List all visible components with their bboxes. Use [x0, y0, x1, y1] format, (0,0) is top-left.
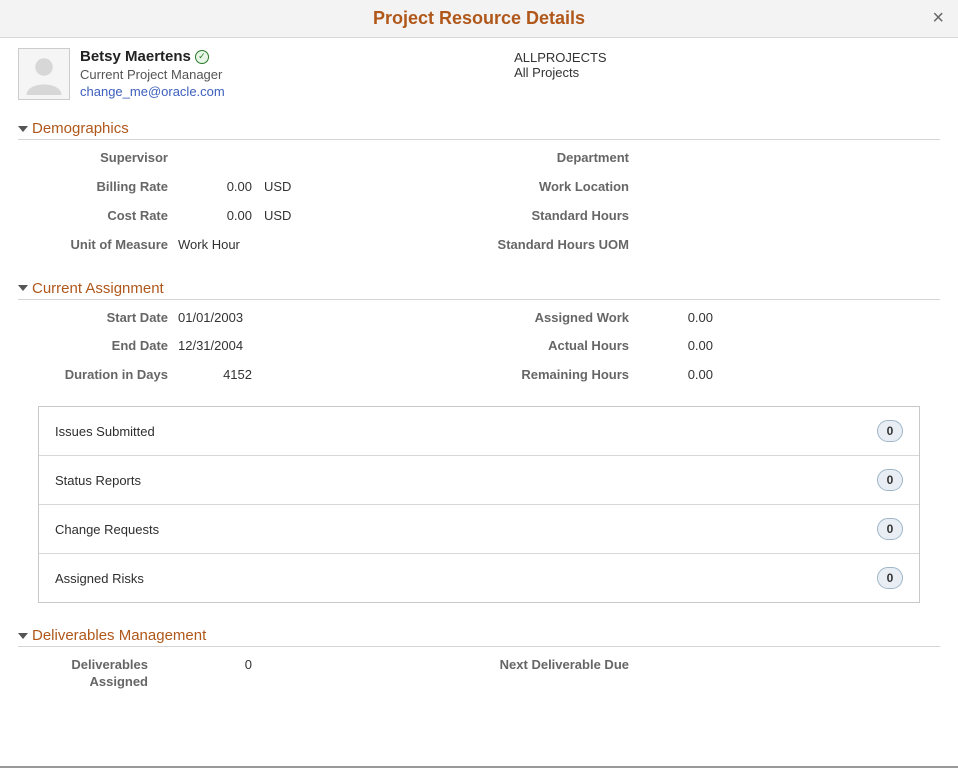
label-start-date: Start Date: [18, 310, 178, 327]
section-rule: [18, 299, 940, 300]
value-duration: 4152: [178, 367, 258, 382]
deliverables-grid: Deliverables Assigned 0 Next Deliverable…: [18, 657, 940, 703]
counter-badge: 0: [877, 469, 903, 491]
suffix-billing-rate: USD: [258, 179, 291, 194]
counter-label: Status Reports: [55, 473, 141, 488]
value-deliverables-assigned: 0: [158, 657, 258, 672]
person-info-left: Betsy Maertens ✓ Current Project Manager…: [80, 48, 504, 100]
counter-row-assigned-risks[interactable]: Assigned Risks 0: [39, 553, 919, 602]
dialog-scroll-area[interactable]: Betsy Maertens ✓ Current Project Manager…: [0, 38, 958, 766]
close-button[interactable]: ×: [932, 8, 944, 28]
suffix-cost-rate: USD: [258, 208, 291, 223]
counter-badge: 0: [877, 420, 903, 442]
availability-status-icon: ✓: [195, 50, 209, 64]
value-uom: Work Hour: [178, 237, 479, 252]
label-standard-hours-uom: Standard Hours UOM: [479, 237, 639, 254]
value-billing-rate: 0.00: [178, 179, 258, 194]
project-resource-details-dialog: Project Resource Details × Betsy Maerten…: [0, 0, 958, 768]
label-end-date: End Date: [18, 338, 178, 355]
person-header: Betsy Maertens ✓ Current Project Manager…: [18, 48, 940, 100]
counter-label: Issues Submitted: [55, 424, 155, 439]
section-header-current-assignment[interactable]: Current Assignment: [18, 280, 940, 297]
label-next-deliverable-due: Next Deliverable Due: [479, 657, 639, 674]
counter-label: Assigned Risks: [55, 571, 144, 586]
label-supervisor: Supervisor: [18, 150, 178, 167]
chevron-down-icon: [18, 633, 28, 639]
value-assigned-work: 0.00: [639, 310, 719, 325]
label-assigned-work: Assigned Work: [479, 310, 639, 327]
label-deliverables-assigned: Deliverables Assigned: [18, 657, 158, 691]
person-name: Betsy Maertens: [80, 48, 191, 65]
section-rule: [18, 646, 940, 647]
section-title: Deliverables Management: [32, 627, 206, 644]
value-remaining-hours: 0.00: [639, 367, 719, 382]
section-rule: [18, 139, 940, 140]
assignment-grid: Start Date 01/01/2003 End Date 12/31/200…: [18, 310, 940, 397]
value-cost-rate: 0.00: [178, 208, 258, 223]
demographics-grid: Supervisor Billing Rate 0.00 USD Cost Ra…: [18, 150, 940, 266]
counter-badge: 0: [877, 518, 903, 540]
value-actual-hours: 0.00: [639, 338, 719, 353]
value-start-date: 01/01/2003: [178, 310, 479, 325]
chevron-down-icon: [18, 126, 28, 132]
counter-row-issues-submitted[interactable]: Issues Submitted 0: [39, 407, 919, 455]
counter-label: Change Requests: [55, 522, 159, 537]
avatar: [18, 48, 70, 100]
counter-badge: 0: [877, 567, 903, 589]
label-department: Department: [479, 150, 639, 167]
label-uom: Unit of Measure: [18, 237, 178, 254]
chevron-down-icon: [18, 285, 28, 291]
value-end-date: 12/31/2004: [178, 338, 479, 353]
project-name: All Projects: [514, 65, 940, 80]
avatar-placeholder-icon: [23, 53, 65, 95]
section-title: Current Assignment: [32, 280, 164, 297]
label-standard-hours: Standard Hours: [479, 208, 639, 225]
overflow-spacer: [18, 703, 940, 766]
dialog-title: Project Resource Details: [373, 8, 585, 28]
person-email-link[interactable]: change_me@oracle.com: [80, 84, 504, 99]
label-duration: Duration in Days: [18, 367, 178, 384]
label-remaining-hours: Remaining Hours: [479, 367, 639, 384]
label-billing-rate: Billing Rate: [18, 179, 178, 196]
person-role: Current Project Manager: [80, 67, 504, 82]
label-cost-rate: Cost Rate: [18, 208, 178, 225]
counter-row-change-requests[interactable]: Change Requests 0: [39, 504, 919, 553]
dialog-header: Project Resource Details ×: [0, 0, 958, 38]
counter-row-status-reports[interactable]: Status Reports 0: [39, 455, 919, 504]
assignment-counters: Issues Submitted 0 Status Reports 0 Chan…: [38, 406, 920, 603]
section-header-demographics[interactable]: Demographics: [18, 120, 940, 137]
section-header-deliverables[interactable]: Deliverables Management: [18, 627, 940, 644]
label-work-location: Work Location: [479, 179, 639, 196]
project-code: ALLPROJECTS: [514, 50, 940, 65]
label-actual-hours: Actual Hours: [479, 338, 639, 355]
project-info-right: ALLPROJECTS All Projects: [514, 48, 940, 100]
section-title: Demographics: [32, 120, 129, 137]
